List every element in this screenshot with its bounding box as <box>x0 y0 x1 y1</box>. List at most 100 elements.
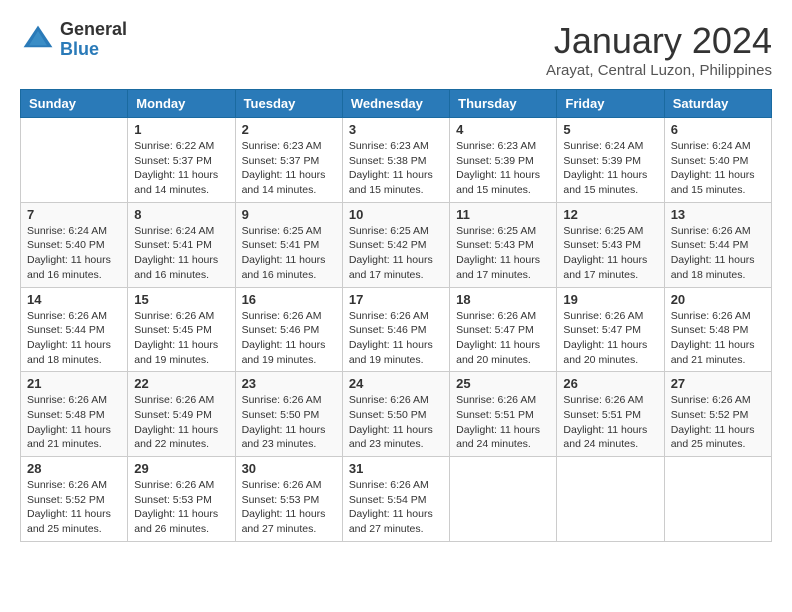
logo-blue: Blue <box>60 39 99 59</box>
calendar-day-cell: 18 Sunrise: 6:26 AMSunset: 5:47 PMDayligh… <box>450 287 557 372</box>
calendar-day-cell: 10Sunrise: 6:25 AMSunset: 5:42 PMDayligh… <box>342 202 449 287</box>
calendar-header-row: SundayMondayTuesdayWednesdayThursdayFrid… <box>21 90 772 118</box>
day-info: Sunrise: 6:24 AMSunset: 5:40 PMDaylight:… <box>27 224 121 283</box>
calendar-day-cell: 24Sunrise: 6:26 AMSunset: 5:50 PMDayligh… <box>342 372 449 457</box>
day-of-week-header: Friday <box>557 90 664 118</box>
day-info: Sunrise: 6:25 AMSunset: 5:43 PMDaylight:… <box>563 224 657 283</box>
day-info: Sunrise: 6:26 AMSunset: 5:44 PMDaylight:… <box>27 309 121 368</box>
calendar-day-cell: 28Sunrise: 6:26 AMSunset: 5:52 PMDayligh… <box>21 457 128 542</box>
day-number: 3 <box>349 122 443 137</box>
day-info: Sunrise: 6:26 AMSunset: 5:47 PMDaylight:… <box>563 309 657 368</box>
day-of-week-header: Thursday <box>450 90 557 118</box>
day-number: 15 <box>134 292 228 307</box>
day-number: 5 <box>563 122 657 137</box>
day-info: Sunrise: 6:26 AMSunset: 5:53 PMDaylight:… <box>242 478 336 537</box>
calendar-day-cell: 25Sunrise: 6:26 AMSunset: 5:51 PMDayligh… <box>450 372 557 457</box>
title-block: January 2024 Arayat, Central Luzon, Phil… <box>546 20 772 79</box>
calendar-day-cell: 31 Sunrise: 6:26 AMSunset: 5:54 PMDayligh… <box>342 457 449 542</box>
day-info: Sunrise: 6:25 AMSunset: 5:41 PMDaylight:… <box>242 224 336 283</box>
calendar-day-cell: 5 Sunrise: 6:24 AMSunset: 5:39 PMDaylight… <box>557 118 664 203</box>
calendar-day-cell: 4 Sunrise: 6:23 AMSunset: 5:39 PMDaylight… <box>450 118 557 203</box>
calendar-week-row: 28Sunrise: 6:26 AMSunset: 5:52 PMDayligh… <box>21 457 772 542</box>
calendar-day-cell: 3Sunrise: 6:23 AMSunset: 5:38 PMDaylight… <box>342 118 449 203</box>
calendar-day-cell: 19 Sunrise: 6:26 AMSunset: 5:47 PMDayligh… <box>557 287 664 372</box>
calendar-week-row: 7 Sunrise: 6:24 AMSunset: 5:40 PMDaylight… <box>21 202 772 287</box>
calendar-day-cell <box>21 118 128 203</box>
logo-text: General Blue <box>60 20 127 60</box>
calendar-day-cell: 16 Sunrise: 6:26 AMSunset: 5:46 PMDayligh… <box>235 287 342 372</box>
calendar-day-cell: 12 Sunrise: 6:25 AMSunset: 5:43 PMDayligh… <box>557 202 664 287</box>
calendar-day-cell: 13Sunrise: 6:26 AMSunset: 5:44 PMDayligh… <box>664 202 771 287</box>
calendar-day-cell: 14 Sunrise: 6:26 AMSunset: 5:44 PMDayligh… <box>21 287 128 372</box>
day-number: 7 <box>27 207 121 222</box>
calendar-day-cell: 15Sunrise: 6:26 AMSunset: 5:45 PMDayligh… <box>128 287 235 372</box>
calendar-day-cell: 1 Sunrise: 6:22 AMSunset: 5:37 PMDaylight… <box>128 118 235 203</box>
calendar-week-row: 14 Sunrise: 6:26 AMSunset: 5:44 PMDayligh… <box>21 287 772 372</box>
day-number: 14 <box>27 292 121 307</box>
day-number: 1 <box>134 122 228 137</box>
day-number: 17 <box>349 292 443 307</box>
month-title: January 2024 <box>546 20 772 62</box>
day-info: Sunrise: 6:24 AMSunset: 5:41 PMDaylight:… <box>134 224 228 283</box>
calendar-day-cell: 22 Sunrise: 6:26 AMSunset: 5:49 PMDayligh… <box>128 372 235 457</box>
calendar-day-cell <box>557 457 664 542</box>
day-number: 16 <box>242 292 336 307</box>
day-number: 30 <box>242 461 336 476</box>
day-info: Sunrise: 6:23 AMSunset: 5:39 PMDaylight:… <box>456 139 550 198</box>
day-number: 21 <box>27 376 121 391</box>
day-info: Sunrise: 6:23 AMSunset: 5:37 PMDaylight:… <box>242 139 336 198</box>
location-subtitle: Arayat, Central Luzon, Philippines <box>546 62 772 79</box>
day-number: 31 <box>349 461 443 476</box>
day-number: 22 <box>134 376 228 391</box>
day-number: 4 <box>456 122 550 137</box>
day-number: 26 <box>563 376 657 391</box>
calendar-day-cell: 21 Sunrise: 6:26 AMSunset: 5:48 PMDayligh… <box>21 372 128 457</box>
calendar-week-row: 21 Sunrise: 6:26 AMSunset: 5:48 PMDayligh… <box>21 372 772 457</box>
logo-general: General <box>60 19 127 39</box>
calendar-day-cell: 8 Sunrise: 6:24 AMSunset: 5:41 PMDaylight… <box>128 202 235 287</box>
calendar-day-cell <box>664 457 771 542</box>
calendar-day-cell: 29Sunrise: 6:26 AMSunset: 5:53 PMDayligh… <box>128 457 235 542</box>
day-number: 6 <box>671 122 765 137</box>
day-number: 8 <box>134 207 228 222</box>
day-of-week-header: Sunday <box>21 90 128 118</box>
day-info: Sunrise: 6:26 AMSunset: 5:48 PMDaylight:… <box>27 393 121 452</box>
day-of-week-header: Tuesday <box>235 90 342 118</box>
day-info: Sunrise: 6:24 AMSunset: 5:39 PMDaylight:… <box>563 139 657 198</box>
day-number: 27 <box>671 376 765 391</box>
day-number: 23 <box>242 376 336 391</box>
page-header: General Blue January 2024 Arayat, Centra… <box>20 20 772 79</box>
day-number: 29 <box>134 461 228 476</box>
day-number: 12 <box>563 207 657 222</box>
calendar-day-cell: 17Sunrise: 6:26 AMSunset: 5:46 PMDayligh… <box>342 287 449 372</box>
calendar-table: SundayMondayTuesdayWednesdayThursdayFrid… <box>20 89 772 542</box>
day-info: Sunrise: 6:22 AMSunset: 5:37 PMDaylight:… <box>134 139 228 198</box>
day-number: 19 <box>563 292 657 307</box>
day-info: Sunrise: 6:26 AMSunset: 5:44 PMDaylight:… <box>671 224 765 283</box>
day-number: 20 <box>671 292 765 307</box>
day-info: Sunrise: 6:26 AMSunset: 5:54 PMDaylight:… <box>349 478 443 537</box>
day-info: Sunrise: 6:25 AMSunset: 5:43 PMDaylight:… <box>456 224 550 283</box>
calendar-day-cell: 20 Sunrise: 6:26 AMSunset: 5:48 PMDayligh… <box>664 287 771 372</box>
day-number: 24 <box>349 376 443 391</box>
day-number: 2 <box>242 122 336 137</box>
calendar-day-cell: 23 Sunrise: 6:26 AMSunset: 5:50 PMDayligh… <box>235 372 342 457</box>
day-info: Sunrise: 6:26 AMSunset: 5:51 PMDaylight:… <box>563 393 657 452</box>
day-of-week-header: Wednesday <box>342 90 449 118</box>
calendar-day-cell: 11Sunrise: 6:25 AMSunset: 5:43 PMDayligh… <box>450 202 557 287</box>
day-info: Sunrise: 6:26 AMSunset: 5:51 PMDaylight:… <box>456 393 550 452</box>
calendar-day-cell: 27Sunrise: 6:26 AMSunset: 5:52 PMDayligh… <box>664 372 771 457</box>
calendar-day-cell: 2 Sunrise: 6:23 AMSunset: 5:37 PMDaylight… <box>235 118 342 203</box>
day-info: Sunrise: 6:26 AMSunset: 5:47 PMDaylight:… <box>456 309 550 368</box>
day-number: 18 <box>456 292 550 307</box>
day-info: Sunrise: 6:26 AMSunset: 5:49 PMDaylight:… <box>134 393 228 452</box>
logo-icon <box>20 22 56 58</box>
day-info: Sunrise: 6:24 AMSunset: 5:40 PMDaylight:… <box>671 139 765 198</box>
calendar-day-cell: 7 Sunrise: 6:24 AMSunset: 5:40 PMDaylight… <box>21 202 128 287</box>
day-info: Sunrise: 6:25 AMSunset: 5:42 PMDaylight:… <box>349 224 443 283</box>
day-info: Sunrise: 6:26 AMSunset: 5:46 PMDaylight:… <box>242 309 336 368</box>
day-info: Sunrise: 6:26 AMSunset: 5:50 PMDaylight:… <box>242 393 336 452</box>
day-info: Sunrise: 6:26 AMSunset: 5:48 PMDaylight:… <box>671 309 765 368</box>
calendar-day-cell: 30 Sunrise: 6:26 AMSunset: 5:53 PMDayligh… <box>235 457 342 542</box>
calendar-day-cell: 26 Sunrise: 6:26 AMSunset: 5:51 PMDayligh… <box>557 372 664 457</box>
